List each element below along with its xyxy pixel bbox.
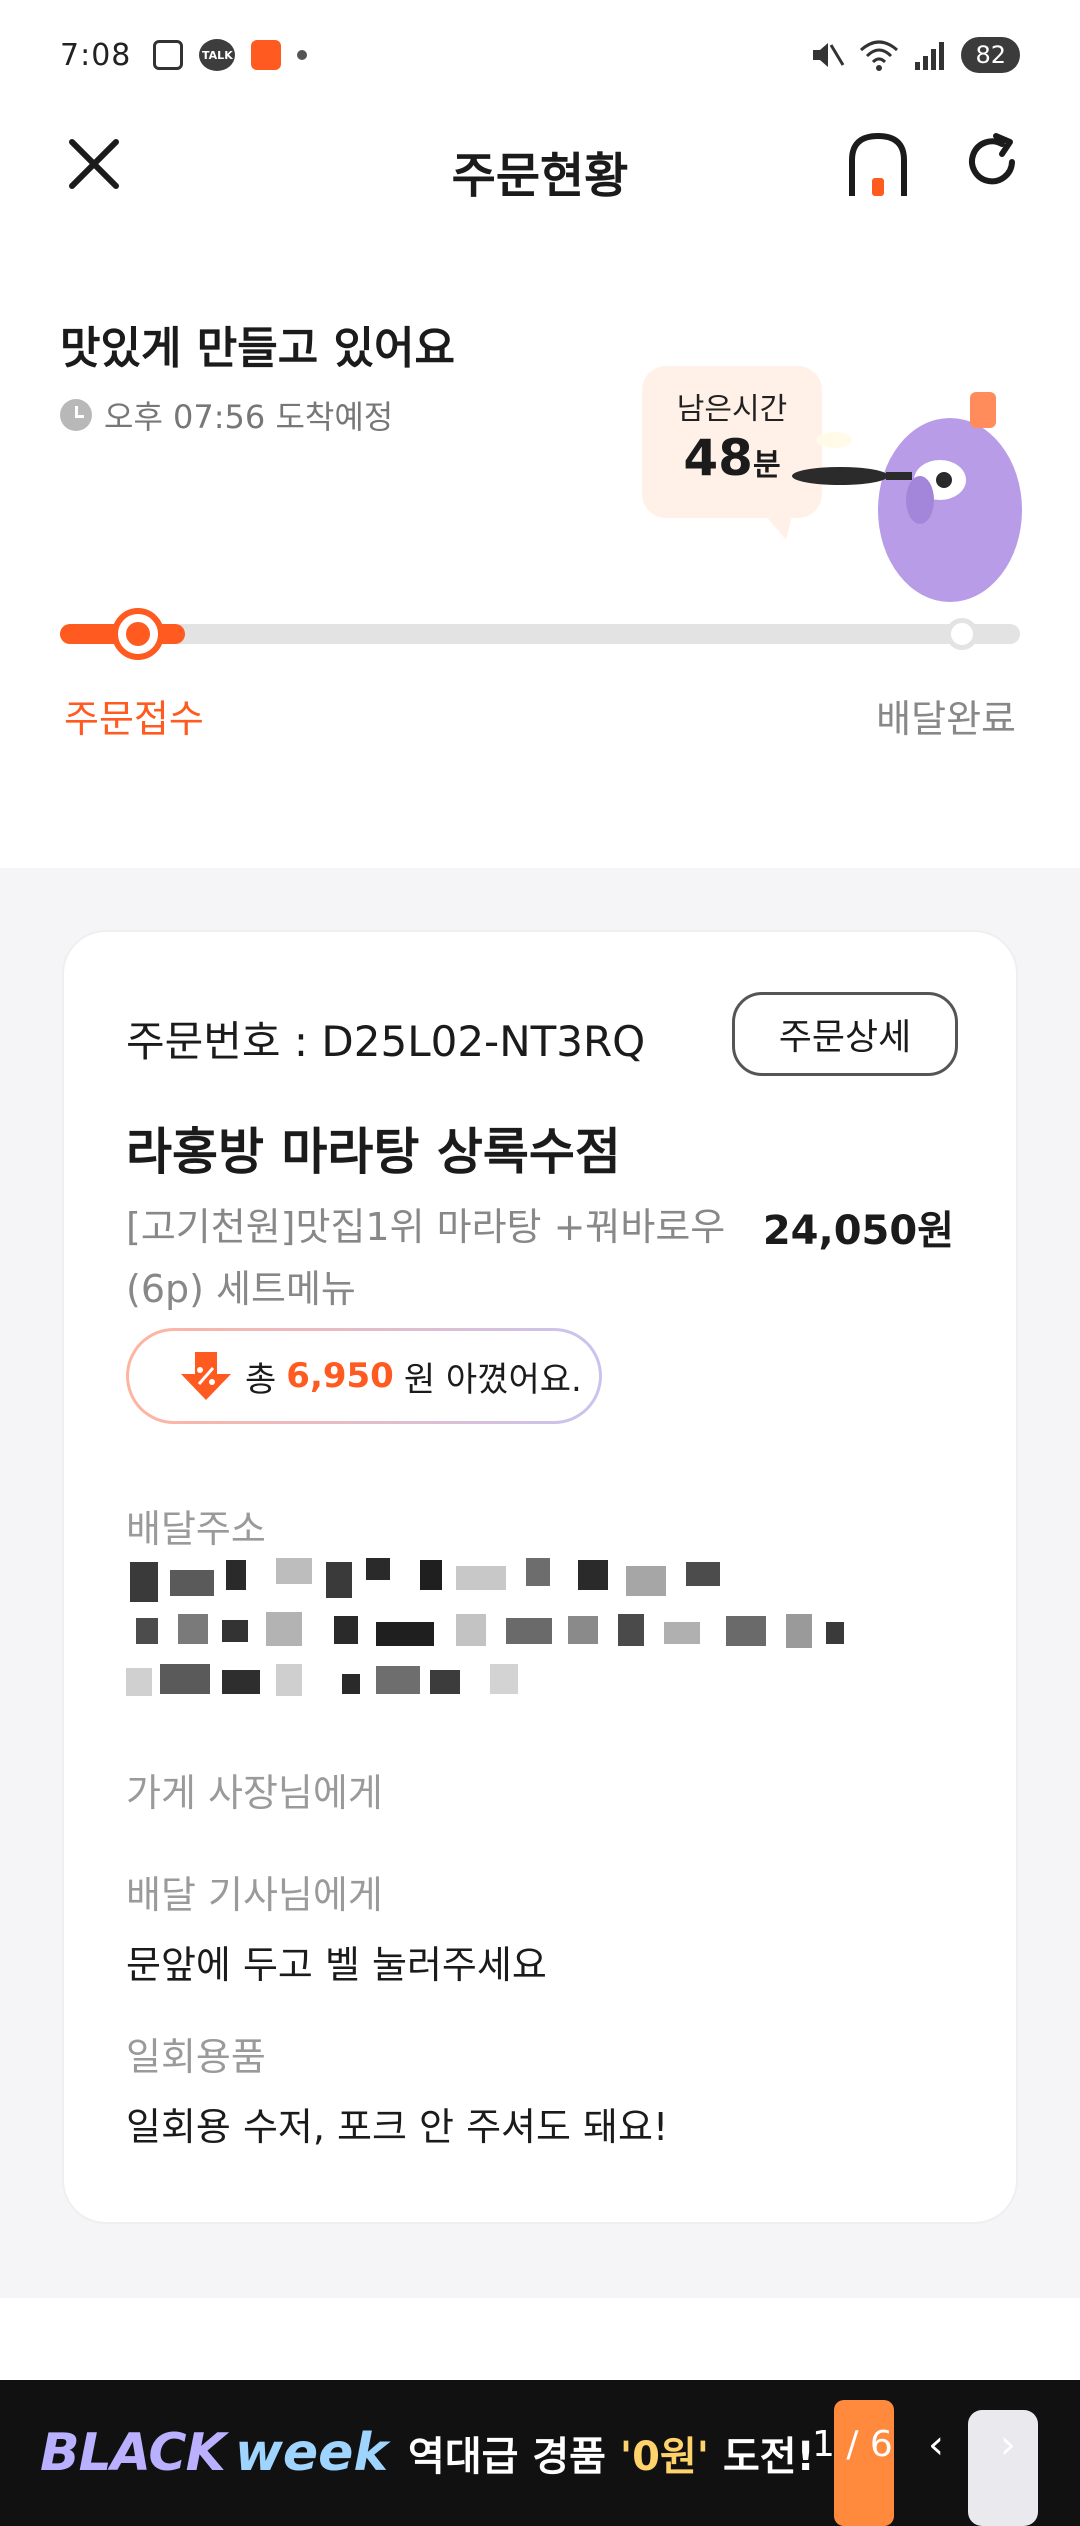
mute-icon: [813, 43, 845, 67]
order-number: 주문번호 : D25L02-NT3RQ: [126, 1017, 646, 1066]
ad-next-arrow-icon[interactable]: ›: [1000, 2422, 1016, 2468]
blurred-address: [126, 1552, 946, 1710]
order-price: 24,050원: [762, 1208, 954, 1254]
address-label: 배달주소: [126, 1507, 266, 1551]
eta: 오후 07:56 도착예정: [60, 392, 393, 438]
owner-request-label: 가게 사장님에게: [126, 1771, 383, 1815]
kakaotalk-icon: TALK: [199, 39, 236, 71]
rider-request-text: 문앞에 두고 벨 눌러주세요: [126, 1943, 547, 1987]
ad-headline: 역대급 경품 '0원' 도전!: [408, 2434, 815, 2480]
rider-request-label: 배달 기사님에게: [126, 1873, 383, 1917]
refresh-icon[interactable]: [960, 130, 1024, 194]
step-delivery-complete: 배달완료: [876, 697, 1016, 741]
ad-banner[interactable]: BLACK week 역대급 경품 '0원' 도전! 1 / 6 ‹ ›: [0, 2380, 1080, 2526]
home-icon[interactable]: [846, 130, 910, 200]
battery-indicator: 82: [961, 37, 1020, 73]
clock-icon: [60, 399, 92, 431]
ad-pager: 1 / 6: [812, 2424, 893, 2465]
savings-suffix: 원 아꼈어요.: [403, 1359, 582, 1400]
app-notification-icon: [251, 40, 282, 70]
eta-text: 오후 07:56 도착예정: [104, 398, 394, 436]
clock-time: 7:08: [60, 37, 132, 73]
utensils-label: 일회용품: [126, 2035, 266, 2079]
ad-week-text: week: [234, 2423, 389, 2483]
cooking-status-title: 맛있게 만들고 있어요: [60, 323, 455, 374]
ad-prev-arrow-icon[interactable]: ‹: [928, 2422, 944, 2468]
more-notifications-icon: [297, 50, 308, 60]
progress-end-marker: [946, 618, 978, 650]
mascot-illustration: [792, 392, 1022, 602]
wifi-icon: [860, 40, 899, 71]
app-header: 주문현황: [0, 110, 1080, 220]
progress-current-marker: [112, 608, 164, 660]
status-bar: 7:08 TALK 82: [0, 0, 1080, 110]
step-order-received: 주문접수: [64, 697, 204, 741]
order-card: 주문번호 : D25L02-NT3RQ 주문상세 라홍방 마라탕 상록수점 [고…: [62, 930, 1018, 2224]
delivery-progress-bar: [60, 608, 1020, 660]
menu-summary: [고기천원]맛집1위 마라탕 +꿔바로우(6p) 세트메뉴: [126, 1205, 726, 1311]
store-name: 라홍방 마라탕 상록수점: [126, 1123, 621, 1181]
screenshot-icon: [153, 40, 184, 70]
order-detail-button[interactable]: 주문상세: [732, 992, 958, 1076]
utensils-text: 일회용 수저, 포크 안 주셔도 돼요!: [126, 2105, 669, 2149]
signal-icon: [915, 42, 945, 70]
savings-pill: 총 6,950 원 아꼈어요.: [126, 1328, 602, 1424]
ad-black-text: BLACK: [40, 2423, 226, 2483]
savings-amount: 6,950: [286, 1356, 394, 1396]
discount-arrow-icon: [181, 1352, 231, 1400]
page-title: 주문현황: [451, 148, 629, 204]
savings-prefix: 총: [245, 1359, 277, 1400]
